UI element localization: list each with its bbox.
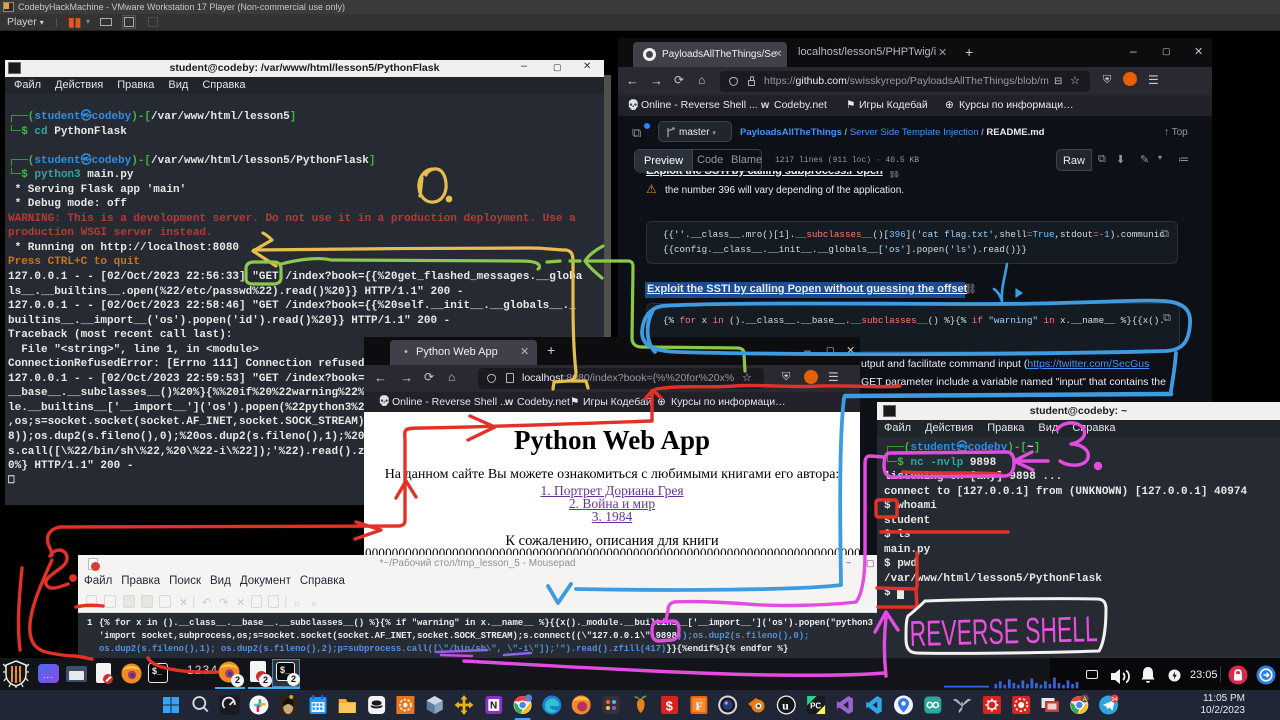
svg-text:REVERSE SHELL: REVERSE SHELL: [909, 608, 1098, 654]
